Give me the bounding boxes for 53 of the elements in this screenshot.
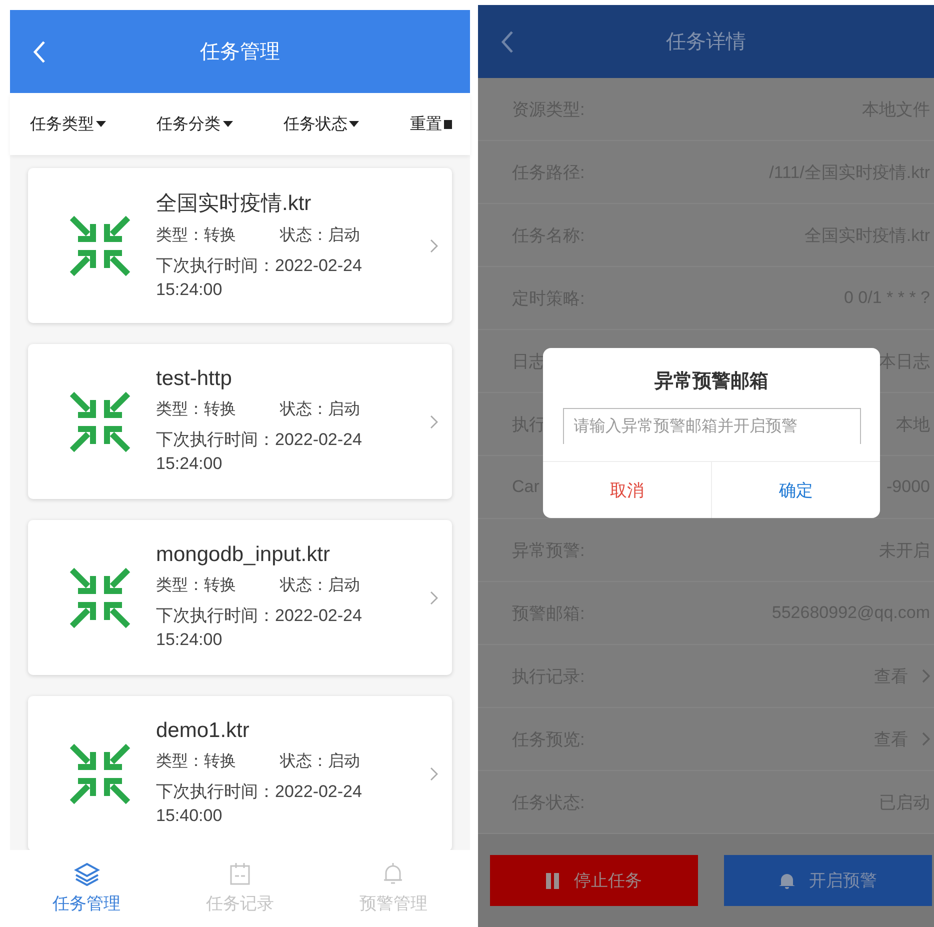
- task-type: 类型：转换: [156, 752, 236, 772]
- pause-icon: [546, 872, 560, 888]
- next-run-time: 下次执行时间：2022-02-24 15:24:00: [156, 429, 363, 475]
- confirm-button[interactable]: 确定: [712, 462, 880, 518]
- task-name: test-http: [156, 367, 233, 391]
- caret-icon: [349, 121, 360, 127]
- filter-button[interactable]: 任务类型: [30, 114, 106, 134]
- email-input-field[interactable]: 请输入异常预警邮箱并开启预警: [562, 408, 860, 444]
- tab-item[interactable]: 任务管理: [10, 850, 164, 927]
- layers-icon: [74, 862, 100, 886]
- stop-task-button[interactable]: 停止任务: [490, 855, 698, 906]
- compress-arrows-icon: [68, 390, 132, 454]
- chevron-right-icon: [430, 414, 438, 428]
- task-card[interactable]: mongodb_input.ktr 类型：转换 状态：启动 下次执行时间：2022-02-24 15:24:00: [28, 520, 452, 675]
- chevron-right-icon: [922, 669, 930, 683]
- compress-arrows-icon: [68, 742, 132, 806]
- task-name: 全国实时疫情.ktr: [156, 191, 312, 217]
- task-type: 类型：转换: [156, 400, 236, 420]
- square-icon: [444, 120, 452, 128]
- caret-icon: [96, 121, 106, 127]
- filter-button[interactable]: 任务状态: [283, 114, 360, 134]
- next-run-time: 下次执行时间：2022-02-24 15:24:00: [156, 605, 363, 651]
- bell-icon: [382, 862, 404, 886]
- task-type: 类型：转换: [156, 226, 236, 246]
- dialog-title: 异常预警邮箱: [654, 370, 768, 394]
- chevron-right-icon: [922, 732, 930, 746]
- task-type: 类型：转换: [156, 576, 236, 596]
- task-status: 状态：启动: [280, 576, 360, 596]
- bell-icon: [779, 872, 795, 889]
- next-run-time: 下次执行时间：2022-02-24 15:40:00: [156, 781, 363, 827]
- cancel-button[interactable]: 取消: [543, 462, 712, 518]
- task-card[interactable]: demo1.ktr 类型：转换 状态：启动 下次执行时间：2022-02-24 15:40:00: [28, 696, 452, 850]
- compress-arrows-icon: [68, 566, 132, 630]
- chevron-right-icon: [430, 238, 438, 252]
- filter-button[interactable]: 重置: [410, 114, 452, 134]
- task-status: 状态：启动: [280, 226, 360, 246]
- chevron-right-icon: [430, 766, 438, 780]
- task-name: demo1.ktr: [156, 719, 250, 743]
- task-card[interactable]: 全国实时疫情.ktr 类型：转换 状态：启动 下次执行时间：2022-02-24 15:24:00: [28, 168, 452, 323]
- back-icon[interactable]: [500, 30, 514, 54]
- task-card[interactable]: test-http 类型：转换 状态：启动 下次执行时间：2022-02-24 15:24:00: [28, 344, 452, 499]
- task-status: 状态：启动: [280, 752, 360, 772]
- enable-alert-button[interactable]: 开启预警: [724, 855, 932, 906]
- header-title: 任务管理: [199, 40, 281, 65]
- chevron-right-icon: [430, 590, 438, 604]
- header-title: 任务详情: [665, 30, 747, 55]
- task-name: mongodb_input.ktr: [156, 543, 331, 567]
- compress-arrows-icon: [68, 214, 132, 278]
- filter-button[interactable]: 任务分类: [156, 114, 233, 134]
- caret-icon: [222, 121, 233, 127]
- calendar-icon: [228, 862, 251, 886]
- next-run-time: 下次执行时间：2022-02-24 15:24:00: [156, 255, 363, 301]
- task-status: 状态：启动: [280, 400, 360, 420]
